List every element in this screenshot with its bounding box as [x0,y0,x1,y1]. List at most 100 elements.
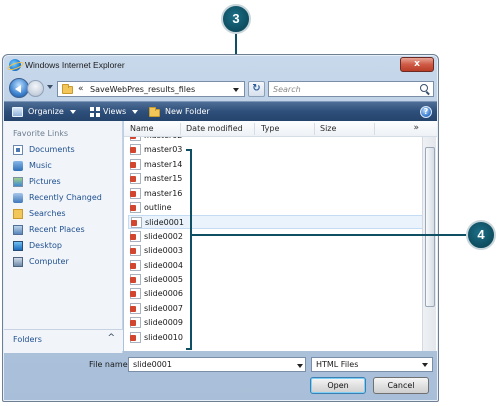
column-divider[interactable] [180,123,181,135]
chevron-down-icon [422,363,428,367]
sidebar-item-label: Desktop [29,241,62,250]
navigation-pane: Favorite Links Documents Music Pictures … [4,121,123,353]
file-name-label: File name: [89,360,131,369]
chevron-up-icon: ^ [107,333,115,343]
views-menu-button[interactable]: Views [103,102,139,122]
file-name: master15 [144,174,183,184]
save-dialog-window: Windows Internet Explorer x « SaveWebPre… [2,54,439,402]
html-file-icon [130,187,141,199]
sidebar-item-label: Searches [29,209,66,218]
list-item[interactable]: master15 [128,172,424,186]
list-item[interactable]: slide0005 [128,273,424,287]
command-toolbar: Organize Views New Folder ? [4,101,437,121]
html-file-icon [130,288,141,300]
step-4-connector-line [192,234,466,236]
pictures-icon [13,177,23,187]
cancel-button[interactable]: Cancel [373,377,429,394]
search-input[interactable]: Search [268,81,434,97]
step-4-callout: 4 [466,220,496,250]
file-list-pane: Name Date modified Type Size » master02m… [124,121,437,351]
chevron-down-icon [132,109,139,114]
file-name: slide0005 [144,275,183,284]
organize-label: Organize [28,107,64,116]
html-file-icon [130,173,141,185]
list-item[interactable]: slide0004 [128,259,424,273]
sidebar-item-label: Music [29,161,52,170]
organize-menu-button[interactable]: Organize [28,102,76,122]
column-divider[interactable] [254,123,255,135]
list-item[interactable]: slide0001 [128,215,424,230]
organize-icon [12,107,23,117]
html-file-icon [130,144,141,156]
file-name-input[interactable]: slide0001 [128,357,306,372]
html-file-icon [130,317,141,329]
breadcrumb-overflow-icon[interactable]: « [78,84,84,94]
list-item[interactable]: outline [128,201,424,215]
searches-folder-icon [13,209,23,219]
column-divider[interactable] [374,123,375,135]
list-item[interactable]: slide0002 [128,230,424,244]
list-item[interactable]: slide0009 [128,316,424,330]
list-item[interactable]: slide0010 [128,331,424,345]
file-name: slide0003 [144,246,183,256]
breadcrumb-current-folder[interactable]: SaveWebPres_results_files [90,85,195,94]
recently-changed-icon [13,193,23,203]
column-header-size[interactable]: Size [320,124,336,133]
help-icon[interactable]: ? [420,106,432,118]
new-folder-icon [149,107,160,117]
list-item[interactable]: slide0003 [128,244,424,258]
list-item[interactable]: slide0006 [128,287,424,301]
views-label: Views [103,107,127,116]
address-dropdown-icon[interactable] [233,88,239,92]
file-list: master02 master03 master14 master15 master16… [128,137,424,351]
file-name-dropdown-icon[interactable] [297,364,303,368]
file-name: master14 [144,159,183,169]
file-name: master02 [144,137,182,140]
close-button[interactable]: x [400,57,434,72]
file-name: slide0007 [144,303,183,313]
address-bar[interactable]: « SaveWebPres_results_files [57,81,245,97]
column-header-name[interactable]: Name [130,124,154,133]
title-bar: Windows Internet Explorer x [3,55,438,75]
forward-button[interactable] [27,80,44,97]
vertical-scrollbar[interactable] [422,137,436,351]
file-name: slide0009 [144,318,183,328]
list-item[interactable]: master14 [128,158,424,172]
refresh-button[interactable]: ↻ [248,81,265,97]
list-item[interactable]: master16 [128,187,424,201]
list-item[interactable]: slide0007 [128,302,424,316]
history-dropdown-icon[interactable] [47,85,53,89]
column-header-date-modified[interactable]: Date modified [186,124,243,133]
back-button[interactable] [9,78,29,98]
step-4-bracket [186,149,192,350]
file-name: slide0010 [144,332,183,342]
html-file-icon [130,274,141,285]
folders-toggle[interactable]: Folders ^ [4,329,123,351]
more-columns-icon[interactable]: » [413,123,419,133]
new-folder-button[interactable]: New Folder [165,102,210,122]
desktop-icon [13,241,23,251]
file-type-select[interactable]: HTML Files [311,357,433,372]
documents-icon [13,145,23,155]
sidebar-item-label: Computer [29,257,69,266]
html-file-icon [130,230,141,242]
sidebar-item-label: Documents [29,145,75,154]
html-file-icon [130,302,141,314]
list-item[interactable]: master03 [128,143,424,157]
chevron-down-icon [69,109,76,114]
column-header-type[interactable]: Type [261,124,279,133]
recent-places-icon [13,225,23,235]
file-type-value: HTML Files [316,360,359,369]
sidebar-item-label: Pictures [29,177,61,186]
file-name: outline [144,203,172,212]
column-divider[interactable] [314,123,315,135]
open-button[interactable]: Open [310,377,366,394]
list-item[interactable]: master02 [128,137,424,143]
music-icon [13,161,23,171]
file-name: slide0001 [145,218,184,228]
computer-icon [13,257,23,267]
file-name: master03 [144,145,183,155]
search-icon[interactable] [420,84,428,92]
scrollbar-thumb[interactable] [425,147,435,307]
window-title: Windows Internet Explorer [25,60,125,70]
